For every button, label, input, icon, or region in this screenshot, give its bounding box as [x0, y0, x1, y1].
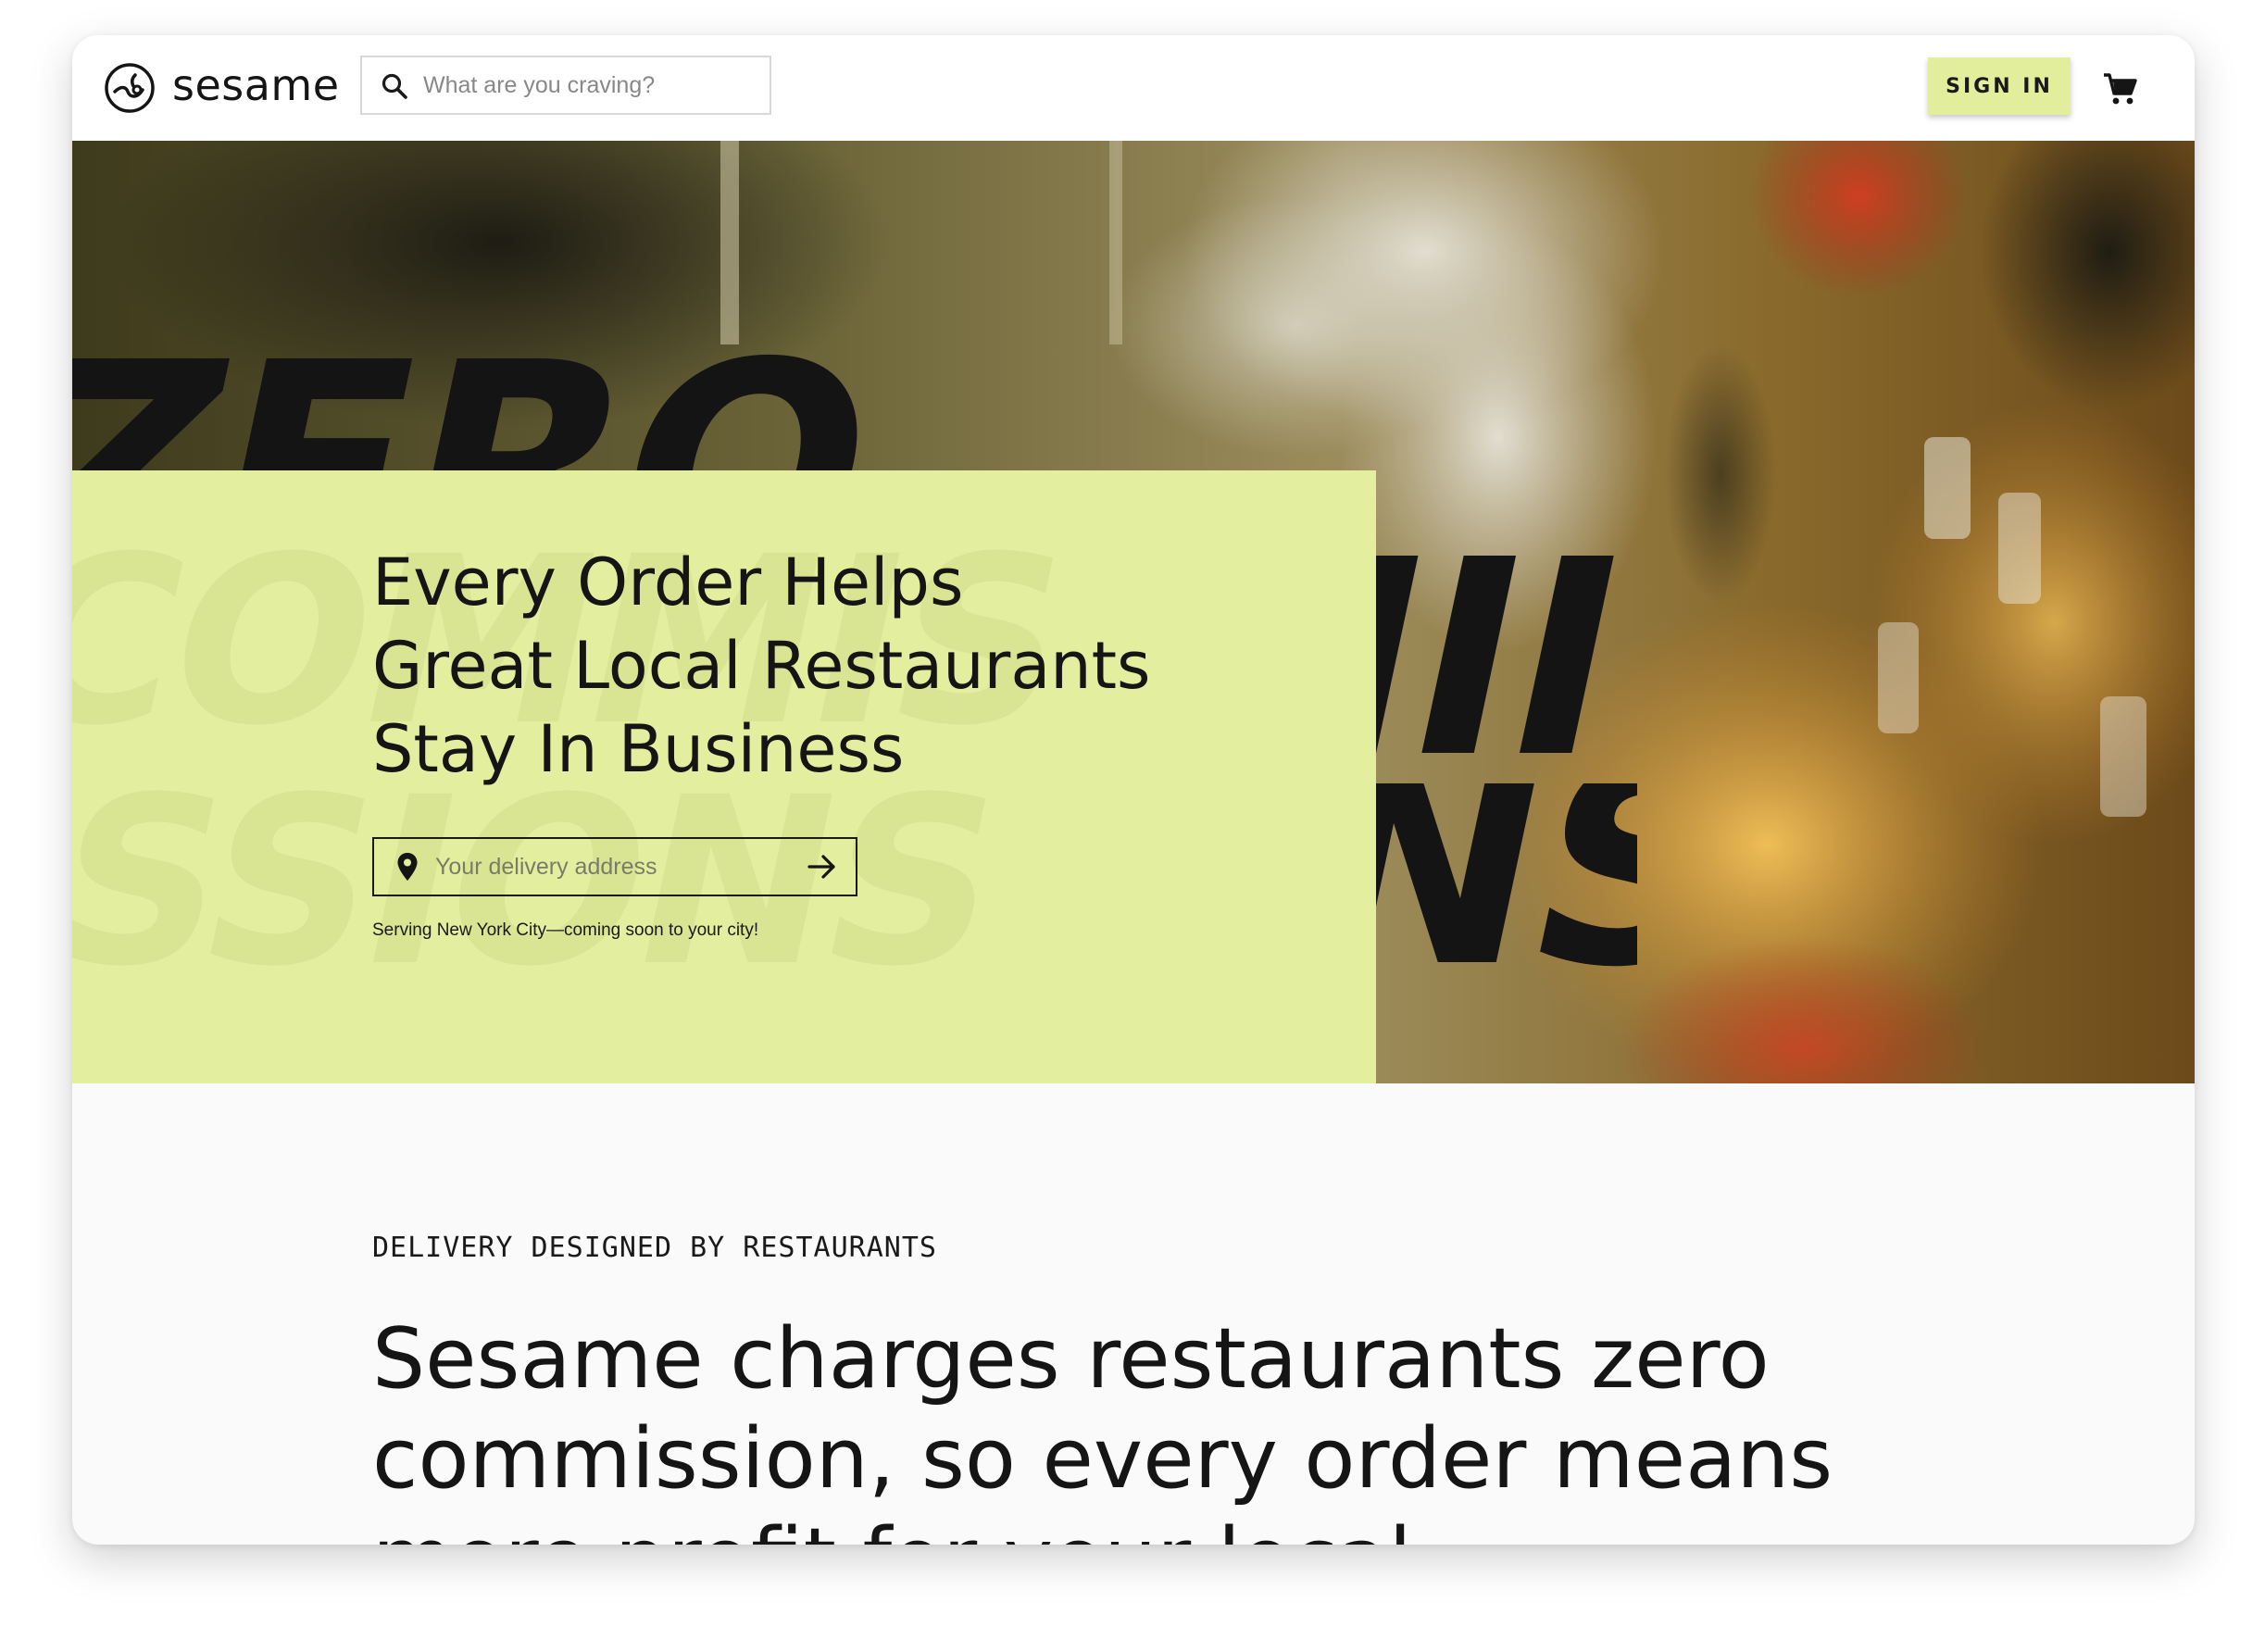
display-word-fragment-1: III: [1376, 556, 1637, 770]
section-statement: Sesame charges restaurants zero commissi…: [372, 1310, 1833, 1545]
sign-in-button[interactable]: SIGN IN: [1928, 57, 2071, 115]
delivery-address-box[interactable]: [372, 837, 857, 896]
display-word-1: III: [1376, 556, 1637, 770]
delivery-address-input[interactable]: [435, 839, 787, 895]
search-icon: [382, 73, 407, 99]
zero-word-band: ZERO: [72, 335, 1637, 470]
display-word-fragment-2: NS: [1376, 783, 1637, 1002]
display-word-2: NS: [1376, 783, 1637, 1002]
cart-icon[interactable]: [2102, 70, 2139, 107]
hero-section: ZERO COMMIS SSIONS III NS Every Order He…: [72, 141, 2195, 1083]
headline-line-3: Stay In Business: [372, 711, 905, 787]
search-input[interactable]: [423, 57, 757, 113]
arrow-right-icon[interactable]: [806, 852, 839, 882]
sesame-logo-icon[interactable]: [104, 62, 156, 114]
search-box[interactable]: [360, 56, 771, 115]
serving-note: Serving New York City—coming soon to you…: [372, 920, 759, 940]
section-eyebrow: DELIVERY DESIGNED BY RESTAURANTS: [372, 1232, 937, 1264]
site-header: sesame SIGN IN: [72, 35, 2195, 143]
brand-name[interactable]: sesame: [172, 59, 340, 111]
headline-line-1: Every Order Helps: [372, 544, 964, 620]
browser-window: sesame SIGN IN: [72, 35, 2195, 1545]
hero-headline: Every Order Helps Great Local Restaurant…: [372, 541, 1298, 791]
location-pin-icon: [397, 853, 418, 881]
zero-display-word: ZERO: [72, 335, 896, 470]
headline-line-2: Great Local Restaurants: [372, 628, 1151, 704]
